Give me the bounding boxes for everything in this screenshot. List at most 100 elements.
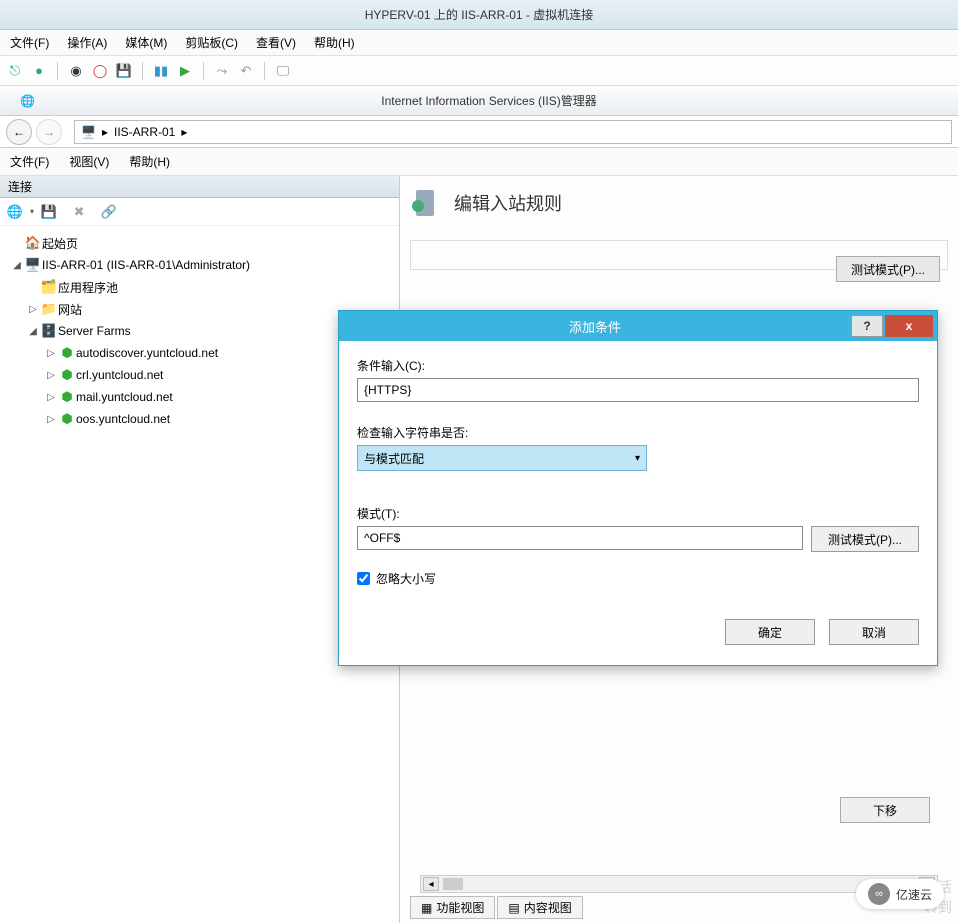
separator — [57, 62, 58, 80]
ignore-case-check-input[interactable] — [357, 572, 370, 585]
iis-title-bar: 🌐 Internet Information Services (IIS)管理器 — [0, 86, 958, 116]
cancel-button[interactable]: 取消 — [829, 619, 919, 645]
iis-icon: 🌐 — [20, 94, 35, 108]
ignore-case-label: 忽略大小写 — [376, 570, 436, 587]
iis-menu-view[interactable]: 视图(V) — [69, 153, 109, 170]
expand-icon[interactable]: ▷ — [44, 392, 58, 403]
vm-menubar: 文件(F) 操作(A) 媒体(M) 剪贴板(C) 查看(V) 帮助(H) — [0, 30, 958, 56]
chevron-down-icon: ▾ — [635, 453, 640, 464]
connect-icon[interactable]: 🌐 — [6, 203, 24, 221]
vm-toolbar: ⎋ ● ◉ ◯ 💾 ▮▮ ▶ ⤳ ↶ 🖵 — [0, 56, 958, 86]
add-condition-dialog: 添加条件 ? x 条件输入(C): 检查输入字符串是否: 与模式匹配 ▾ 模式(… — [338, 310, 938, 666]
sites-icon: 📁 — [40, 301, 58, 317]
tree-server-node[interactable]: ◢🖥️IIS-ARR-01 (IIS-ARR-01\Administrator) — [4, 254, 395, 276]
content-icon: ▤ — [508, 901, 519, 915]
scroll-left-icon[interactable]: ◂ — [423, 877, 439, 891]
condition-input-label: 条件输入(C): — [357, 357, 919, 374]
test-pattern-button[interactable]: 测试模式(P)... — [836, 256, 940, 282]
pattern-input-field[interactable] — [357, 526, 803, 550]
tree-sites[interactable]: ▷📁网站 — [4, 298, 395, 320]
farm-icon: ⬢ — [58, 345, 76, 361]
iis-title-text: Internet Information Services (IIS)管理器 — [381, 92, 596, 109]
breadcrumb[interactable]: 🖥️ ▸ IIS-ARR-01 ▸ — [74, 120, 952, 144]
iis-menu-help[interactable]: 帮助(H) — [129, 153, 170, 170]
move-down-button[interactable]: 下移 — [840, 797, 930, 823]
shutdown-icon[interactable]: ◯ — [91, 62, 109, 80]
home-icon: 🏠 — [24, 235, 42, 251]
separator — [203, 62, 204, 80]
enhanced-icon[interactable]: 🖵 — [274, 62, 292, 80]
dialog-help-button[interactable]: ? — [851, 315, 883, 337]
connections-header: 连接 — [0, 176, 399, 198]
server-icon: 🖥️ — [24, 257, 42, 273]
ok-button[interactable]: 确定 — [725, 619, 815, 645]
tree-app-pools[interactable]: 🗂️应用程序池 — [4, 276, 395, 298]
check-string-label: 检查输入字符串是否: — [357, 424, 919, 441]
expand-icon[interactable]: ▷ — [44, 348, 58, 359]
revert-icon[interactable]: ↶ — [237, 62, 255, 80]
farms-icon: 🗄️ — [40, 323, 58, 339]
ignore-case-checkbox[interactable]: 忽略大小写 — [357, 570, 919, 587]
ctrl-alt-del-icon[interactable]: ⎋ — [6, 62, 24, 80]
vm-menu-action[interactable]: 操作(A) — [67, 34, 107, 51]
reset-icon[interactable]: ▶ — [176, 62, 194, 80]
save-conn-icon[interactable]: 💾 — [40, 203, 58, 221]
vm-menu-file[interactable]: 文件(F) — [10, 34, 49, 51]
breadcrumb-host[interactable]: IIS-ARR-01 — [114, 125, 175, 139]
brand-text: 亿速云 — [896, 886, 932, 903]
features-icon: ▦ — [421, 901, 432, 915]
dialog-title-text: 添加条件 — [339, 317, 851, 336]
expand-icon[interactable]: ▷ — [26, 304, 40, 315]
turnoff-icon[interactable]: ◉ — [67, 62, 85, 80]
test-pattern-button[interactable]: 测试模式(P)... — [811, 526, 919, 552]
tree-farm-item[interactable]: ▷⬢oos.yuntcloud.net — [4, 408, 395, 430]
brand-badge: ∞ 亿速云 — [856, 879, 944, 909]
collapse-icon[interactable]: ◢ — [26, 326, 40, 337]
tree-farm-item[interactable]: ▷⬢mail.yuntcloud.net — [4, 386, 395, 408]
condition-input-field[interactable] — [357, 378, 919, 402]
pattern-label: 模式(T): — [357, 505, 919, 522]
features-view-tab[interactable]: ▦功能视图 — [410, 896, 495, 919]
tree-farm-item[interactable]: ▷⬢crl.yuntcloud.net — [4, 364, 395, 386]
tree-server-farms[interactable]: ◢🗄️Server Farms — [4, 320, 395, 342]
bc-sep: ▸ — [102, 125, 108, 139]
tree-farm-item[interactable]: ▷⬢autodiscover.yuntcloud.net — [4, 342, 395, 364]
dialog-titlebar[interactable]: 添加条件 ? x — [339, 311, 937, 341]
vm-menu-view[interactable]: 查看(V) — [256, 34, 296, 51]
tree-start-page[interactable]: 🏠起始页 — [4, 232, 395, 254]
vm-title-text: HYPERV-01 上的 IIS-ARR-01 - 虚拟机连接 — [365, 6, 594, 23]
check-mode-select[interactable]: 与模式匹配 ▾ — [357, 445, 647, 471]
start-icon[interactable]: ● — [30, 62, 48, 80]
nav-back-button[interactable]: ← — [6, 119, 32, 145]
dropdown-icon[interactable]: ▾ — [30, 207, 34, 216]
up-level-icon[interactable]: 🔗 — [100, 203, 118, 221]
checkpoint-icon[interactable]: ⤳ — [213, 62, 231, 80]
content-view-tab[interactable]: ▤内容视图 — [497, 896, 582, 919]
expand-icon[interactable]: ▷ — [44, 370, 58, 381]
remove-icon[interactable]: ✖ — [70, 203, 88, 221]
dialog-close-button[interactable]: x — [885, 315, 933, 337]
vm-titlebar: HYPERV-01 上的 IIS-ARR-01 - 虚拟机连接 — [0, 0, 958, 30]
separator — [142, 62, 143, 80]
vm-menu-media[interactable]: 媒体(M) — [125, 34, 167, 51]
pause-icon[interactable]: ▮▮ — [152, 62, 170, 80]
nav-forward-button[interactable]: → — [36, 119, 62, 145]
dialog-body: 条件输入(C): 检查输入字符串是否: 与模式匹配 ▾ 模式(T): 测试模式(… — [339, 341, 937, 603]
collapse-icon[interactable]: ◢ — [10, 260, 24, 271]
scroll-thumb[interactable] — [443, 878, 463, 890]
content-header: 编辑入站规则 — [410, 186, 948, 220]
server-icon: 🖥️ — [81, 125, 96, 139]
iis-menu-file[interactable]: 文件(F) — [10, 153, 49, 170]
expand-icon[interactable]: ▷ — [44, 414, 58, 425]
page-title: 编辑入站规则 — [454, 190, 562, 216]
view-tabs: ▦功能视图 ▤内容视图 — [410, 896, 583, 919]
vm-menu-help[interactable]: 帮助(H) — [314, 34, 355, 51]
iis-menubar: 文件(F) 视图(V) 帮助(H) — [0, 148, 958, 176]
farm-icon: ⬢ — [58, 411, 76, 427]
brand-icon: ∞ — [868, 883, 890, 905]
farm-icon: ⬢ — [58, 389, 76, 405]
farm-icon: ⬢ — [58, 367, 76, 383]
vm-menu-clipboard[interactable]: 剪贴板(C) — [185, 34, 238, 51]
rule-icon — [410, 186, 444, 220]
save-icon[interactable]: 💾 — [115, 62, 133, 80]
